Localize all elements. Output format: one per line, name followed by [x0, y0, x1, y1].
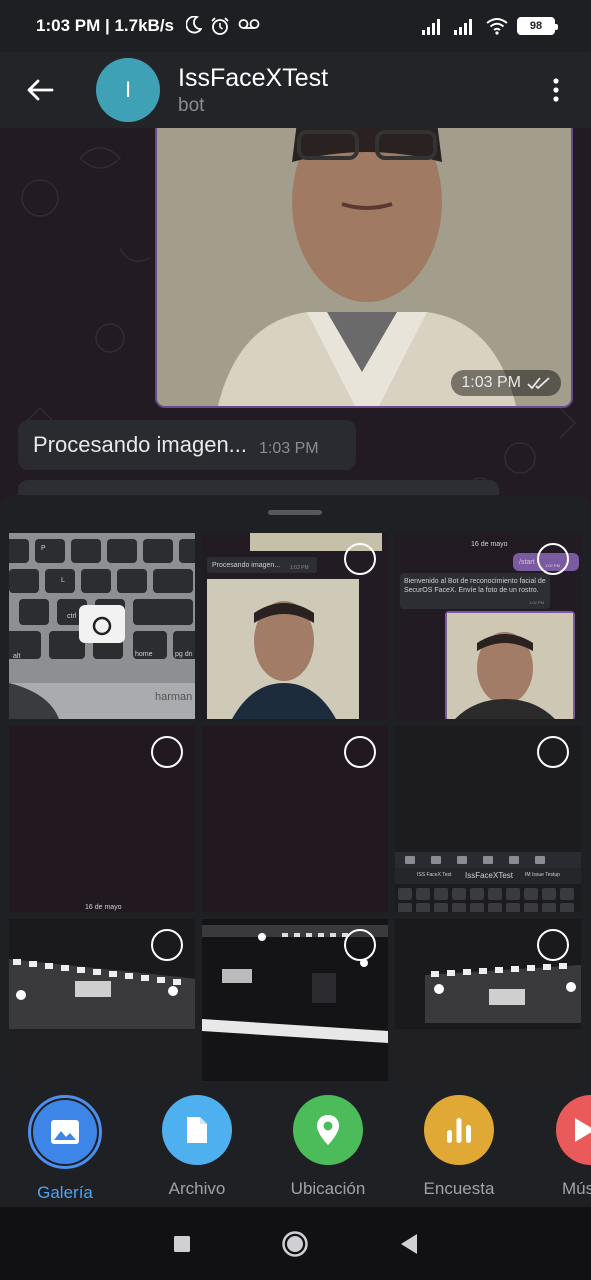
select-circle[interactable] [151, 929, 183, 961]
select-circle[interactable] [344, 543, 376, 575]
location-pin-icon [293, 1095, 363, 1165]
incoming-message[interactable]: Procesando imagen... 1:03 PM [18, 420, 356, 470]
status-time: 1:03 PM | 1.7kB/s [36, 16, 174, 35]
chat-header: I IssFaceXTest bot [0, 52, 591, 128]
select-circle[interactable] [344, 736, 376, 768]
gallery-thumb-6[interactable] [9, 919, 195, 1081]
gallery-thumb-8[interactable] [395, 919, 581, 1081]
attach-gallery-button[interactable]: Galería [10, 1095, 120, 1203]
music-icon [556, 1095, 591, 1165]
select-circle[interactable] [537, 543, 569, 575]
select-circle[interactable] [344, 929, 376, 961]
system-nav-bar [0, 1207, 591, 1280]
voicemail-icon [238, 19, 260, 29]
select-circle[interactable] [151, 736, 183, 768]
chat-subtitle: bot [178, 94, 205, 116]
gallery-thumb-2[interactable]: 16 de mayo /start 1:02 PM Bienvenido al … [395, 533, 581, 719]
attach-music-button[interactable]: Mús [536, 1095, 591, 1199]
attach-location-button[interactable]: Ubicación [273, 1095, 383, 1199]
back-button[interactable] [0, 52, 80, 128]
battery-indicator: 98 [517, 17, 558, 35]
chat-title-block[interactable]: IssFaceXTest bot [178, 64, 328, 117]
avatar[interactable]: I [96, 58, 160, 122]
gallery-icon [33, 1100, 97, 1164]
camera-tile[interactable]: P L ctrl alt home pg dn harman [9, 533, 195, 719]
face-photo [157, 128, 571, 406]
alarm-icon [211, 17, 229, 35]
more-options-button[interactable] [521, 52, 591, 128]
attachment-type-bar[interactable]: Galería Archivo Ubicación Encuesta Mús [0, 1085, 591, 1207]
more-vertical-icon [553, 78, 559, 102]
sent-photo[interactable]: 1:03 PM [155, 128, 573, 408]
file-icon [162, 1095, 232, 1165]
select-circle[interactable] [537, 929, 569, 961]
select-circle[interactable] [537, 736, 569, 768]
gallery-thumb-4[interactable] [202, 726, 388, 912]
message-text: Procesando imagen... [33, 432, 248, 457]
signal-icon-2 [454, 19, 472, 35]
status-bar: 1:03 PM | 1.7kB/s 98 [0, 0, 591, 52]
double-check-icon [527, 377, 550, 390]
photo-timestamp: 1:03 PM [451, 370, 561, 396]
arrow-left-icon [27, 79, 54, 101]
recents-button[interactable] [173, 1235, 191, 1253]
moon-icon [186, 16, 202, 34]
message-time: 1:03 PM [259, 440, 319, 457]
gallery-thumb-1[interactable]: Procesando imagen... 1:03 PM [202, 533, 388, 719]
attach-file-button[interactable]: Archivo [142, 1095, 252, 1199]
attach-poll-button[interactable]: Encuesta [404, 1095, 514, 1199]
gallery-grid[interactable]: P L ctrl alt home pg dn harman Procesand… [9, 533, 581, 1081]
gallery-thumb-7[interactable] [202, 919, 388, 1081]
sheet-drag-handle[interactable] [268, 510, 322, 515]
chat-area[interactable]: 1:03 PM Procesando imagen... 1:03 PM [0, 128, 591, 508]
active-ring [28, 1095, 102, 1169]
camera-button[interactable] [79, 605, 125, 643]
chat-title: IssFaceXTest [178, 63, 329, 92]
wifi-icon [486, 18, 508, 35]
home-button[interactable] [281, 1230, 309, 1258]
gallery-thumb-5[interactable]: ISS FaceX Test IssFaceXTest IM Issue Tes… [395, 726, 581, 912]
signal-icon [422, 19, 440, 35]
gallery-thumb-3[interactable]: 16 de mayo [9, 726, 195, 912]
poll-icon [424, 1095, 494, 1165]
back-nav-button[interactable] [399, 1233, 419, 1255]
attachment-sheet[interactable]: P L ctrl alt home pg dn harman Procesand… [0, 495, 591, 1207]
camera-icon [86, 610, 118, 637]
